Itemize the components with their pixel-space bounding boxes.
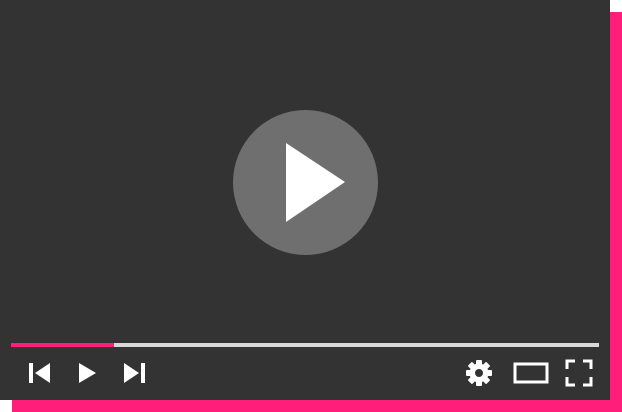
skip-previous-button[interactable] — [27, 358, 53, 388]
fullscreen-icon — [565, 359, 593, 387]
theater-mode-icon — [513, 362, 549, 384]
play-icon — [79, 363, 96, 383]
gear-icon — [466, 360, 492, 386]
skip-next-icon — [124, 363, 145, 383]
skip-previous-icon — [29, 363, 50, 383]
fullscreen-button[interactable] — [564, 358, 594, 388]
progress-bar[interactable] — [11, 343, 599, 347]
video-player[interactable] — [0, 0, 610, 400]
progress-fill — [11, 343, 114, 347]
play-icon — [286, 143, 345, 222]
play-button[interactable] — [76, 358, 100, 388]
big-play-button[interactable] — [233, 110, 378, 255]
skip-next-button[interactable] — [121, 358, 147, 388]
settings-button[interactable] — [464, 358, 494, 388]
theater-mode-button[interactable] — [513, 358, 549, 388]
video-player-illustration — [0, 0, 622, 412]
